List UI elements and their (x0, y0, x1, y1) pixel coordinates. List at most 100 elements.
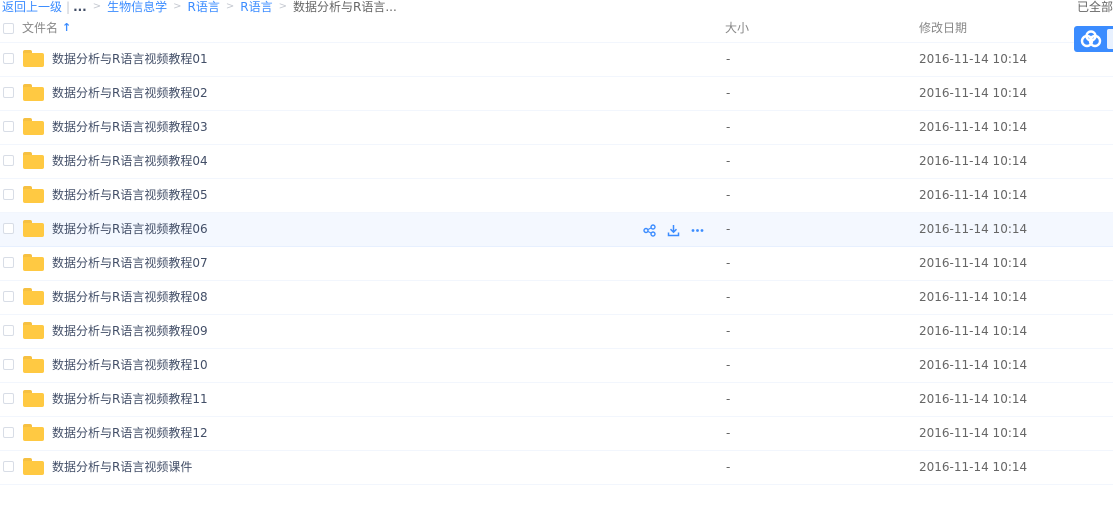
row-checkbox[interactable] (3, 87, 14, 98)
row-checkbox[interactable] (3, 257, 14, 268)
column-header-name[interactable]: 文件名 ↑ (22, 14, 71, 42)
breadcrumb-item-r-language-2[interactable]: R语言 (240, 0, 272, 14)
file-name-link[interactable]: 数据分析与R语言视频课件 (52, 451, 192, 484)
folder-icon (23, 322, 44, 339)
file-size: - (726, 120, 731, 134)
folder-icon (23, 220, 44, 237)
file-date: 2016-11-14 10:14 (919, 154, 1028, 168)
row-actions (641, 222, 705, 238)
back-link[interactable]: 返回上一级 (2, 0, 62, 14)
file-row[interactable]: 数据分析与R语言视频教程01 - 2016-11-14 10:14 (0, 43, 1113, 77)
row-checkbox[interactable] (3, 461, 14, 472)
folder-icon (23, 254, 44, 271)
file-date: 2016-11-14 10:14 (919, 222, 1028, 236)
list-header: 文件名 ↑ 大小 修改日期 (0, 14, 1113, 43)
breadcrumb-ellipsis[interactable]: ... (73, 0, 87, 14)
row-checkbox[interactable] (3, 427, 14, 438)
breadcrumb-item-r-language[interactable]: R语言 (188, 0, 220, 14)
row-checkbox[interactable] (3, 155, 14, 166)
file-date: 2016-11-14 10:14 (919, 256, 1028, 270)
file-date: 2016-11-14 10:14 (919, 290, 1028, 304)
row-checkbox[interactable] (3, 325, 14, 336)
breadcrumb-item-bioinformatics[interactable]: 生物信息学 (107, 0, 167, 14)
file-size: - (726, 52, 731, 66)
file-name-link[interactable]: 数据分析与R语言视频教程08 (52, 281, 208, 314)
file-date: 2016-11-14 10:14 (919, 86, 1028, 100)
file-row[interactable]: 数据分析与R语言视频教程05 - 2016-11-14 10:14 (0, 179, 1113, 213)
file-row[interactable]: 数据分析与R语言视频教程06 - 2016-11-14 10:14 (0, 213, 1113, 247)
column-header-name-label: 文件名 (22, 21, 59, 35)
file-size: - (726, 392, 731, 406)
file-row[interactable]: 数据分析与R语言视频教程11 - 2016-11-14 10:14 (0, 383, 1113, 417)
select-all-checkbox[interactable] (3, 23, 14, 34)
folder-icon (23, 84, 44, 101)
file-name-link[interactable]: 数据分析与R语言视频教程12 (52, 417, 208, 450)
file-size: - (726, 154, 731, 168)
file-browser: 返回上一级 | ... > 生物信息学 > R语言 > R语言 > 数据分析与R… (0, 0, 1113, 528)
file-size: - (726, 358, 731, 372)
column-header-date[interactable]: 修改日期 (919, 14, 967, 42)
file-row[interactable]: 数据分析与R语言视频教程07 - 2016-11-14 10:14 (0, 247, 1113, 281)
chevron-right-icon: > (92, 1, 102, 12)
folder-icon (23, 288, 44, 305)
row-checkbox[interactable] (3, 393, 14, 404)
row-checkbox[interactable] (3, 121, 14, 132)
file-name-link[interactable]: 数据分析与R语言视频教程06 (52, 213, 208, 246)
row-checkbox[interactable] (3, 53, 14, 64)
folder-icon (23, 186, 44, 203)
more-icon[interactable] (689, 222, 705, 238)
folder-icon (23, 118, 44, 135)
row-checkbox[interactable] (3, 223, 14, 234)
download-icon[interactable] (665, 222, 681, 238)
file-size: - (726, 324, 731, 338)
chevron-right-icon: > (278, 1, 288, 12)
file-row[interactable]: 数据分析与R语言视频教程04 - 2016-11-14 10:14 (0, 145, 1113, 179)
file-name-link[interactable]: 数据分析与R语言视频教程07 (52, 247, 208, 280)
file-date: 2016-11-14 10:14 (919, 120, 1028, 134)
file-name-link[interactable]: 数据分析与R语言视频教程09 (52, 315, 208, 348)
file-name-link[interactable]: 数据分析与R语言视频教程01 (52, 43, 208, 76)
file-name-link[interactable]: 数据分析与R语言视频教程10 (52, 349, 208, 382)
file-list: 数据分析与R语言视频教程01-2016-11-14 10:14 数据分析与R语言视… (0, 43, 1113, 485)
folder-icon (23, 152, 44, 169)
file-date: 2016-11-14 10:14 (919, 52, 1028, 66)
folder-icon (23, 390, 44, 407)
file-row[interactable]: 数据分析与R语言视频教程08 - 2016-11-14 10:14 (0, 281, 1113, 315)
file-row[interactable]: 数据分析与R语言视频教程09 - 2016-11-14 10:14 (0, 315, 1113, 349)
folder-icon (23, 458, 44, 475)
breadcrumb-divider: | (66, 0, 71, 14)
chevron-right-icon: > (225, 1, 235, 12)
file-name-link[interactable]: 数据分析与R语言视频教程05 (52, 179, 208, 212)
file-name-link[interactable]: 数据分析与R语言视频教程02 (52, 77, 208, 110)
file-date: 2016-11-14 10:14 (919, 426, 1028, 440)
folder-icon (23, 356, 44, 373)
file-size: - (726, 86, 731, 100)
row-checkbox[interactable] (3, 291, 14, 302)
sort-asc-icon[interactable]: ↑ (62, 14, 71, 42)
file-size: - (726, 256, 731, 270)
folder-icon (23, 424, 44, 441)
file-date: 2016-11-14 10:14 (919, 358, 1028, 372)
file-name-link[interactable]: 数据分析与R语言视频教程11 (52, 383, 208, 416)
file-row[interactable]: 数据分析与R语言视频教程02 - 2016-11-14 10:14 (0, 77, 1113, 111)
share-icon[interactable] (641, 222, 657, 238)
column-header-size[interactable]: 大小 (725, 14, 749, 42)
file-row[interactable]: 数据分析与R语言视频教程12 - 2016-11-14 10:14 (0, 417, 1113, 451)
file-name-link[interactable]: 数据分析与R语言视频教程03 (52, 111, 208, 144)
row-checkbox[interactable] (3, 359, 14, 370)
file-name-link[interactable]: 数据分析与R语言视频教程04 (52, 145, 208, 178)
chevron-right-icon: > (173, 1, 182, 12)
file-date: 2016-11-14 10:14 (919, 324, 1028, 338)
file-size: - (726, 188, 731, 202)
file-size: - (726, 426, 731, 440)
file-size: - (726, 460, 731, 474)
breadcrumb: 返回上一级 | ... > 生物信息学 > R语言 > R语言 > 数据分析与R… (2, 0, 397, 14)
file-row[interactable]: 数据分析与R语言视频教程03 - 2016-11-14 10:14 (0, 111, 1113, 145)
file-date: 2016-11-14 10:14 (919, 392, 1028, 406)
folder-icon (23, 50, 44, 67)
row-checkbox[interactable] (3, 189, 14, 200)
file-row[interactable]: 数据分析与R语言视频课件 - 2016-11-14 10:14 (0, 451, 1113, 485)
loaded-status-text: 已全部 (1076, 0, 1113, 14)
file-date: 2016-11-14 10:14 (919, 188, 1028, 202)
file-row[interactable]: 数据分析与R语言视频教程10 - 2016-11-14 10:14 (0, 349, 1113, 383)
